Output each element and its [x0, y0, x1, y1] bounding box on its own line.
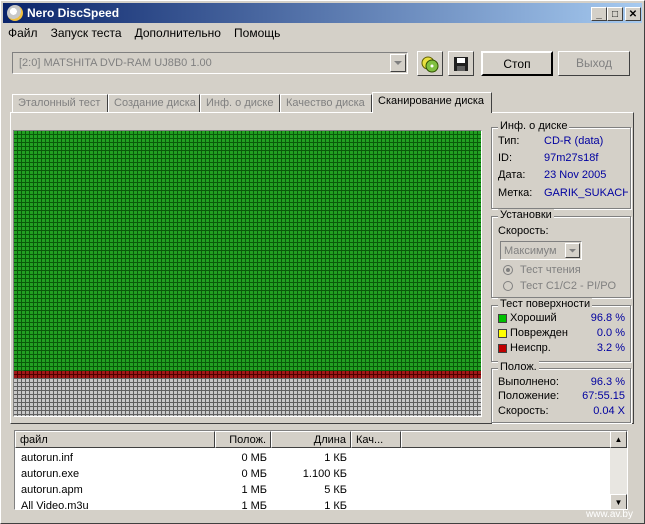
drive-select[interactable]: [2:0] MATSHITA DVD-RAM UJ8B0 1.00 — [12, 52, 408, 74]
disc-type-label: Тип: — [498, 135, 520, 147]
table-cell: 0 МБ — [241, 452, 267, 464]
disc-label-value: GARIK_SUKACHE — [544, 187, 628, 199]
disc-type-value: CD-R (data) — [544, 135, 604, 147]
menu-extra[interactable]: Дополнительно — [130, 24, 226, 42]
nero-disc-icon — [7, 5, 23, 21]
radio-c1c2-test[interactable] — [503, 281, 513, 291]
table-row[interactable]: autorun.apm 1 МБ 5 КБ — [15, 482, 612, 498]
surface-good-value: 96.8 % — [590, 312, 625, 324]
stop-button[interactable]: Стоп — [481, 51, 553, 76]
save-button[interactable] — [448, 51, 474, 76]
disc-date-label: Дата: — [498, 169, 526, 181]
column-length[interactable]: Длина — [271, 431, 351, 448]
drive-select-value: [2:0] MATSHITA DVD-RAM UJ8B0 1.00 — [19, 57, 212, 69]
bad-sectors-area — [14, 371, 481, 378]
settings-legend: Установки — [498, 209, 554, 221]
file-list[interactable]: файл Полож. Длина Кач... autorun.inf 0 МБ… — [14, 430, 628, 510]
disc-label-label: Метка: — [498, 187, 533, 199]
tab-disc-quality[interactable]: Качество диска — [280, 94, 372, 112]
disc-id-value: 97m27s18f — [544, 152, 599, 164]
surface-test-group: Тест поверхности Хороший 96.8 % Поврежде… — [491, 298, 631, 362]
minimize-button[interactable]: _ — [591, 7, 607, 21]
watermark-text: www.av.by — [585, 509, 633, 520]
disc-info-legend: Инф. о диске — [498, 120, 570, 132]
table-cell: autorun.inf — [21, 452, 73, 464]
refresh-drives-button[interactable] — [417, 51, 443, 76]
speed-readout-value: 0.04 X — [593, 405, 625, 417]
radio-read-test[interactable] — [503, 265, 513, 275]
column-quality[interactable]: Кач... — [351, 431, 401, 448]
tab-bar: Эталонный тест Создание диска Инф. о дис… — [12, 92, 632, 113]
file-list-scrollbar[interactable]: ▲ ▼ — [610, 431, 627, 509]
table-cell: 0 МБ — [241, 468, 267, 480]
speed-select[interactable]: Максимум — [500, 241, 582, 260]
menu-run-test[interactable]: Запуск теста — [46, 24, 127, 42]
column-position[interactable]: Полож. — [215, 431, 271, 448]
surface-damaged-label: Поврежден — [498, 327, 568, 339]
maximize-button[interactable]: □ — [607, 7, 623, 21]
radio-read-test-label: Тест чтения — [520, 264, 581, 276]
table-row[interactable]: autorun.inf 0 МБ 1 КБ — [15, 450, 612, 466]
discs-icon — [421, 56, 439, 73]
title-bar[interactable]: Nero DiscSpeed _ □ ✕ — [3, 3, 642, 23]
scan-map-canvas — [14, 131, 481, 416]
column-file[interactable]: файл — [15, 431, 215, 448]
disc-date-value: 23 Nov 2005 — [544, 169, 607, 181]
table-cell: 1 КБ — [324, 452, 347, 464]
position-legend: Полож. — [498, 361, 539, 373]
table-cell: autorun.exe — [21, 468, 80, 480]
completed-label: Выполнено: — [498, 376, 559, 388]
surface-bad-value: 3.2 % — [596, 342, 625, 354]
chevron-down-icon[interactable] — [565, 243, 580, 258]
position-label: Положение: — [498, 390, 560, 402]
window-title: Nero DiscSpeed — [27, 6, 120, 20]
exit-button[interactable]: Выход — [558, 51, 630, 76]
disc-info-group: Инф. о диске Тип: CD-R (data) ID: 97m27s… — [491, 120, 631, 209]
unread-sectors-area — [14, 378, 481, 416]
speed-select-value: Максимум — [504, 245, 557, 257]
floppy-icon — [454, 57, 468, 71]
tab-disc-info[interactable]: Инф. о диске — [200, 94, 280, 112]
disc-scan-map — [13, 130, 482, 417]
table-cell: All Video.m3u — [21, 500, 89, 510]
table-row[interactable]: autorun.exe 0 МБ 1.100 КБ — [15, 466, 612, 482]
surface-bad-label: Неиспр. — [498, 342, 551, 354]
speed-label: Скорость: — [498, 225, 549, 237]
table-cell: autorun.apm — [21, 484, 83, 496]
table-row[interactable]: All Video.m3u 1 МБ 1 КБ — [15, 498, 612, 510]
close-button[interactable]: ✕ — [625, 7, 641, 21]
table-cell: 1.100 КБ — [302, 468, 347, 480]
menu-help[interactable]: Помощь — [229, 24, 285, 42]
position-group: Полож. Выполнено: 96.3 % Положение: 67:5… — [491, 361, 631, 423]
scroll-down-arrow-icon[interactable]: ▼ — [610, 494, 627, 509]
radio-c1c2-test-label: Тест C1/C2 - PI/PO — [520, 280, 617, 292]
table-cell: 1 КБ — [324, 500, 347, 510]
column-empty — [401, 431, 612, 448]
surface-damaged-value: 0.0 % — [596, 327, 625, 339]
tab-create-disc[interactable]: Создание диска — [108, 94, 200, 112]
menu-file[interactable]: Файл — [3, 24, 43, 42]
table-cell: 1 МБ — [241, 500, 267, 510]
chevron-down-icon[interactable] — [390, 54, 406, 72]
settings-group: Установки Скорость: Максимум Тест чтения… — [491, 209, 631, 298]
table-cell: 5 КБ — [324, 484, 347, 496]
tab-disc-scan[interactable]: Сканирование диска — [372, 92, 492, 113]
scroll-up-arrow-icon[interactable]: ▲ — [610, 431, 627, 448]
speed-readout-label: Скорость: — [498, 405, 549, 417]
good-sectors-area — [14, 131, 481, 371]
surface-test-legend: Тест поверхности — [498, 298, 593, 310]
file-list-header: файл Полож. Длина Кач... — [15, 431, 612, 448]
position-value: 67:55.15 — [582, 390, 625, 402]
tab-benchmark[interactable]: Эталонный тест — [12, 94, 108, 112]
disc-id-label: ID: — [498, 152, 513, 164]
surface-good-label: Хороший — [498, 312, 557, 324]
completed-value: 96.3 % — [590, 376, 625, 388]
menu-bar: Файл Запуск теста Дополнительно Помощь — [3, 24, 642, 42]
table-cell: 1 МБ — [241, 484, 267, 496]
